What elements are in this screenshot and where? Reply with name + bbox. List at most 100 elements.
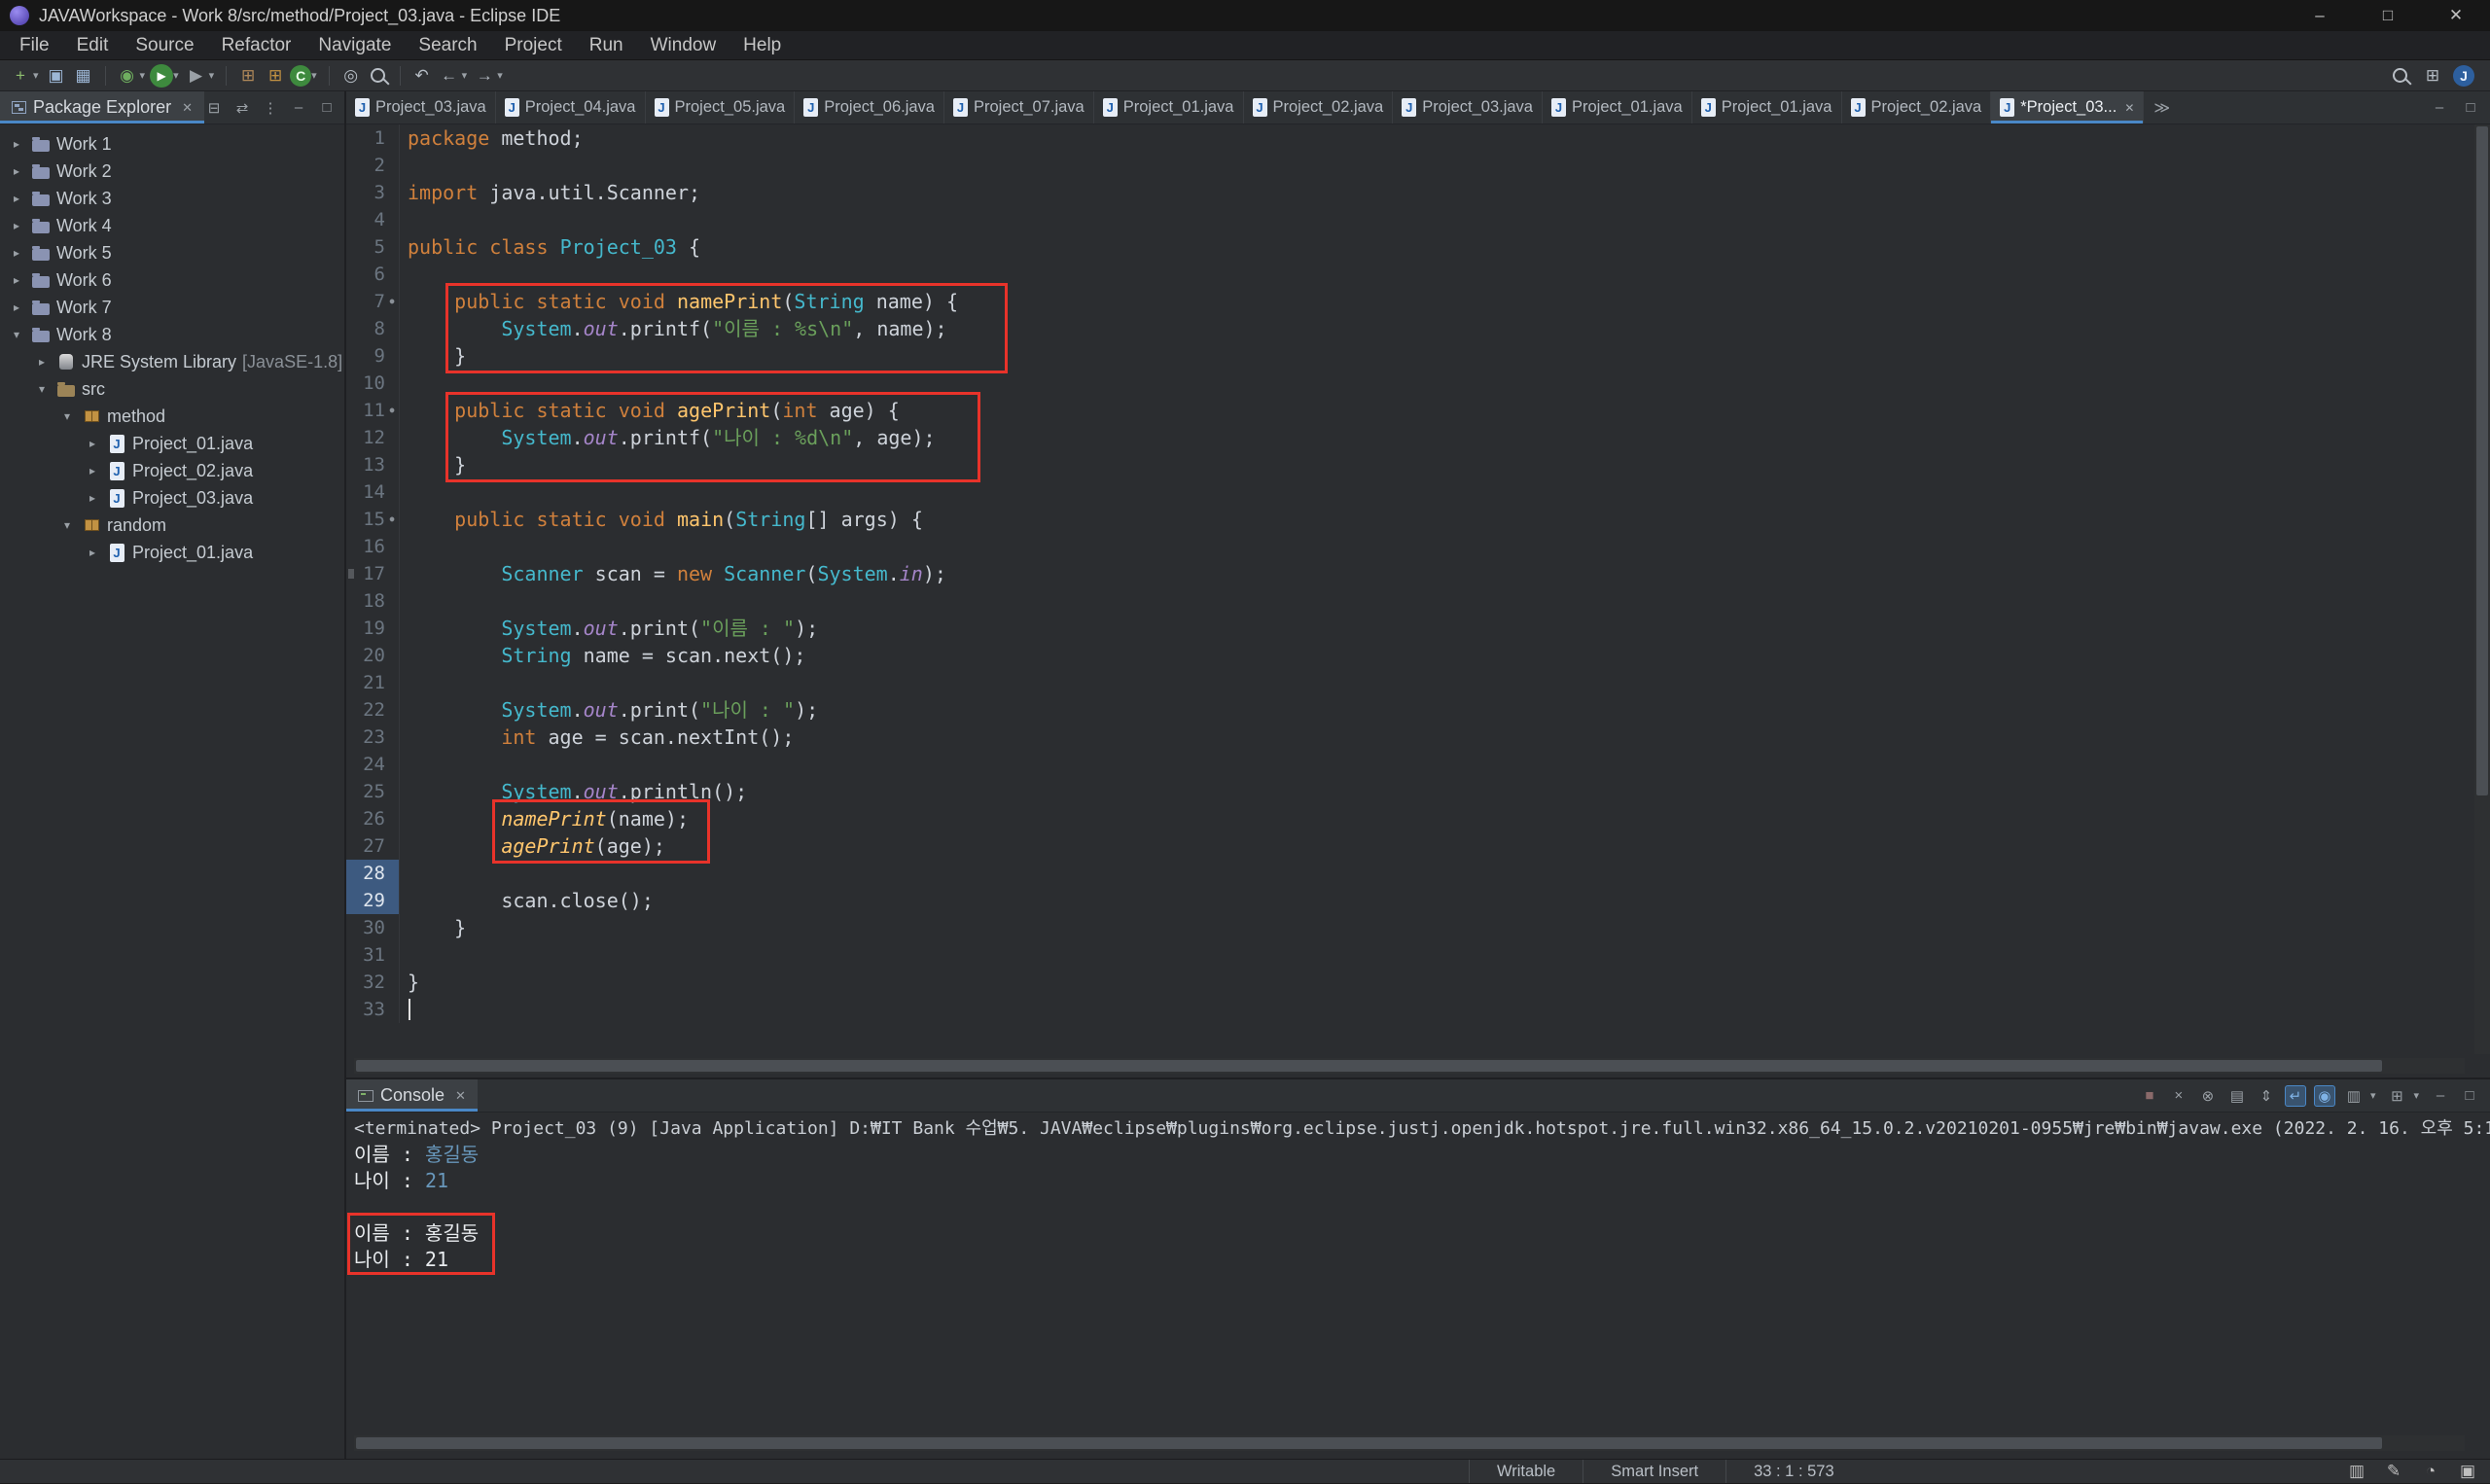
tree-item-work-6[interactable]: ▸Work 6 xyxy=(0,266,344,294)
back-icon-dropdown[interactable]: ▾ xyxy=(462,69,468,82)
line-number[interactable]: 32 xyxy=(346,969,400,996)
editor-tab-project-01-java-8[interactable]: JProject_01.java xyxy=(1543,91,1692,124)
line-number[interactable]: 1 xyxy=(346,124,400,152)
terminate-icon[interactable]: ■ xyxy=(2139,1085,2160,1107)
tree-item-work-8[interactable]: ▾Work 8 xyxy=(0,321,344,348)
line-number[interactable]: 24 xyxy=(346,751,400,778)
tree-collapsed-arrow-icon[interactable]: ▸ xyxy=(33,355,51,369)
line-number[interactable]: 20 xyxy=(346,642,400,669)
debug-icon-dropdown[interactable]: ▾ xyxy=(140,69,146,82)
run-icon[interactable]: ▶ xyxy=(150,64,173,88)
code-line-23[interactable]: 23 int age = scan.nextInt(); xyxy=(346,724,2465,751)
display-selected-console-icon-dropdown[interactable]: ▾ xyxy=(2370,1089,2376,1102)
window-close-button[interactable]: ✕ xyxy=(2422,0,2490,31)
tree-expanded-arrow-icon[interactable]: ▾ xyxy=(58,409,76,423)
open-console-icon[interactable]: ⊞ xyxy=(2386,1085,2407,1107)
line-number[interactable]: 29 xyxy=(346,887,400,914)
new-wizard-icon-dropdown[interactable]: ▾ xyxy=(33,69,39,82)
new-class-icon-dropdown[interactable]: ▾ xyxy=(311,69,317,82)
tree-collapsed-arrow-icon[interactable]: ▸ xyxy=(8,246,25,260)
menu-file[interactable]: File xyxy=(6,31,63,59)
open-perspective-icon[interactable]: ⊞ xyxy=(2420,63,2445,88)
word-wrap-icon[interactable]: ↵ xyxy=(2285,1085,2306,1107)
editor-vertical-scrollbar[interactable] xyxy=(2474,124,2490,1054)
pin-console-icon[interactable]: ◉ xyxy=(2314,1085,2335,1107)
line-number[interactable]: 25 xyxy=(346,778,400,805)
tree-collapsed-arrow-icon[interactable]: ▸ xyxy=(8,300,25,314)
tree-collapsed-arrow-icon[interactable]: ▸ xyxy=(8,137,25,151)
code-line-3[interactable]: 3import java.util.Scanner; xyxy=(346,179,2465,206)
code-line-21[interactable]: 21 xyxy=(346,669,2465,696)
menu-refactor[interactable]: Refactor xyxy=(208,31,305,59)
horizontal-scroll-thumb[interactable] xyxy=(356,1060,2382,1072)
editor-tab-project-01-java-5[interactable]: JProject_01.java xyxy=(1094,91,1244,124)
tree-collapsed-arrow-icon[interactable]: ▸ xyxy=(8,164,25,178)
code-line-6[interactable]: 6 xyxy=(346,261,2465,288)
tree-item-work-7[interactable]: ▸Work 7 xyxy=(0,294,344,321)
edit-marker-icon[interactable]: ✎ xyxy=(2381,1459,2406,1484)
new-package-icon[interactable]: ⊞ xyxy=(263,63,288,88)
fold-marker-icon[interactable]: ● xyxy=(385,397,399,424)
line-number[interactable]: 17 xyxy=(346,560,400,587)
line-number[interactable]: 8 xyxy=(346,315,400,342)
tab-close-icon[interactable]: ✕ xyxy=(2124,101,2134,115)
code-line-33[interactable]: 33 xyxy=(346,996,2465,1023)
open-console-icon-dropdown[interactable]: ▾ xyxy=(2413,1089,2419,1102)
line-number[interactable]: 28 xyxy=(346,860,400,887)
line-number[interactable]: 11● xyxy=(346,397,400,424)
code-line-27[interactable]: 27 agePrint(age); xyxy=(346,832,2465,860)
line-number[interactable]: 9 xyxy=(346,342,400,370)
editor-tab-project-06-java-3[interactable]: JProject_06.java xyxy=(795,91,944,124)
search-icon[interactable] xyxy=(366,63,391,88)
console-horizontal-scrollbar[interactable] xyxy=(354,1435,2465,1451)
line-number[interactable]: 21 xyxy=(346,669,400,696)
menu-edit[interactable]: Edit xyxy=(63,31,123,59)
package-explorer-tab[interactable]: Package Explorer ✕ xyxy=(0,91,204,124)
code-line-4[interactable]: 4 xyxy=(346,206,2465,233)
tree-expanded-arrow-icon[interactable]: ▾ xyxy=(33,382,51,396)
save-icon[interactable]: ▣ xyxy=(44,63,69,88)
minimize-view-icon[interactable]: – xyxy=(2430,1085,2451,1107)
external-tools-icon[interactable]: ▶ xyxy=(184,63,209,88)
code-line-26[interactable]: 26 namePrint(name); xyxy=(346,805,2465,832)
code-line-2[interactable]: 2 xyxy=(346,152,2465,179)
fold-marker-icon[interactable]: ● xyxy=(385,506,399,533)
line-number[interactable]: 18 xyxy=(346,587,400,615)
package-explorer-close-icon[interactable]: ✕ xyxy=(182,100,193,116)
maximize-view-icon[interactable]: □ xyxy=(2459,1085,2480,1107)
external-tools-icon-dropdown[interactable]: ▾ xyxy=(209,69,215,82)
line-number[interactable]: 4 xyxy=(346,206,400,233)
progress-icon[interactable]: ▥ xyxy=(2344,1459,2369,1484)
maximize-view-icon[interactable]: □ xyxy=(317,98,337,118)
new-java-project-icon[interactable]: ⊞ xyxy=(235,63,261,88)
tree-item-project-02-java[interactable]: ▸JProject_02.java xyxy=(0,457,344,484)
console-output[interactable]: 이름 : 홍길동나이 : 21이름 : 홍길동나이 : 21 xyxy=(346,1142,2490,1273)
tree-expanded-arrow-icon[interactable]: ▾ xyxy=(58,518,76,532)
code-line-29[interactable]: 29 scan.close(); xyxy=(346,887,2465,914)
line-number[interactable]: 12 xyxy=(346,424,400,451)
line-number[interactable]: 6 xyxy=(346,261,400,288)
save-all-icon[interactable]: ▦ xyxy=(71,63,96,88)
vertical-scroll-thumb[interactable] xyxy=(2476,126,2488,795)
editor-tab-project-01-java-9[interactable]: JProject_01.java xyxy=(1692,91,1842,124)
console-scroll-thumb[interactable] xyxy=(356,1437,2382,1449)
code-line-32[interactable]: 32} xyxy=(346,969,2465,996)
code-line-22[interactable]: 22 System.out.print("나이 : "); xyxy=(346,696,2465,724)
menu-source[interactable]: Source xyxy=(122,31,207,59)
debug-icon[interactable]: ◉ xyxy=(115,63,140,88)
last-edit-location-icon[interactable]: ↶ xyxy=(409,63,435,88)
code-line-10[interactable]: 10 xyxy=(346,370,2465,397)
code-line-17[interactable]: 17 Scanner scan = new Scanner(System.in)… xyxy=(346,560,2465,587)
new-class-icon[interactable]: C xyxy=(290,65,311,87)
code-line-31[interactable]: 31 xyxy=(346,941,2465,969)
line-number[interactable]: 7● xyxy=(346,288,400,315)
code-line-16[interactable]: 16 xyxy=(346,533,2465,560)
code-line-25[interactable]: 25 System.out.println(); xyxy=(346,778,2465,805)
code-line-11[interactable]: 11● public static void agePrint(int age)… xyxy=(346,397,2465,424)
line-number[interactable]: 5 xyxy=(346,233,400,261)
tree-item-random[interactable]: ▾random xyxy=(0,512,344,539)
tree-item-project-01-java[interactable]: ▸JProject_01.java xyxy=(0,430,344,457)
minimize-editor-icon[interactable]: – xyxy=(2430,98,2449,118)
editor-tab-project-02-java-10[interactable]: JProject_02.java xyxy=(1842,91,1992,124)
line-number[interactable]: 10 xyxy=(346,370,400,397)
